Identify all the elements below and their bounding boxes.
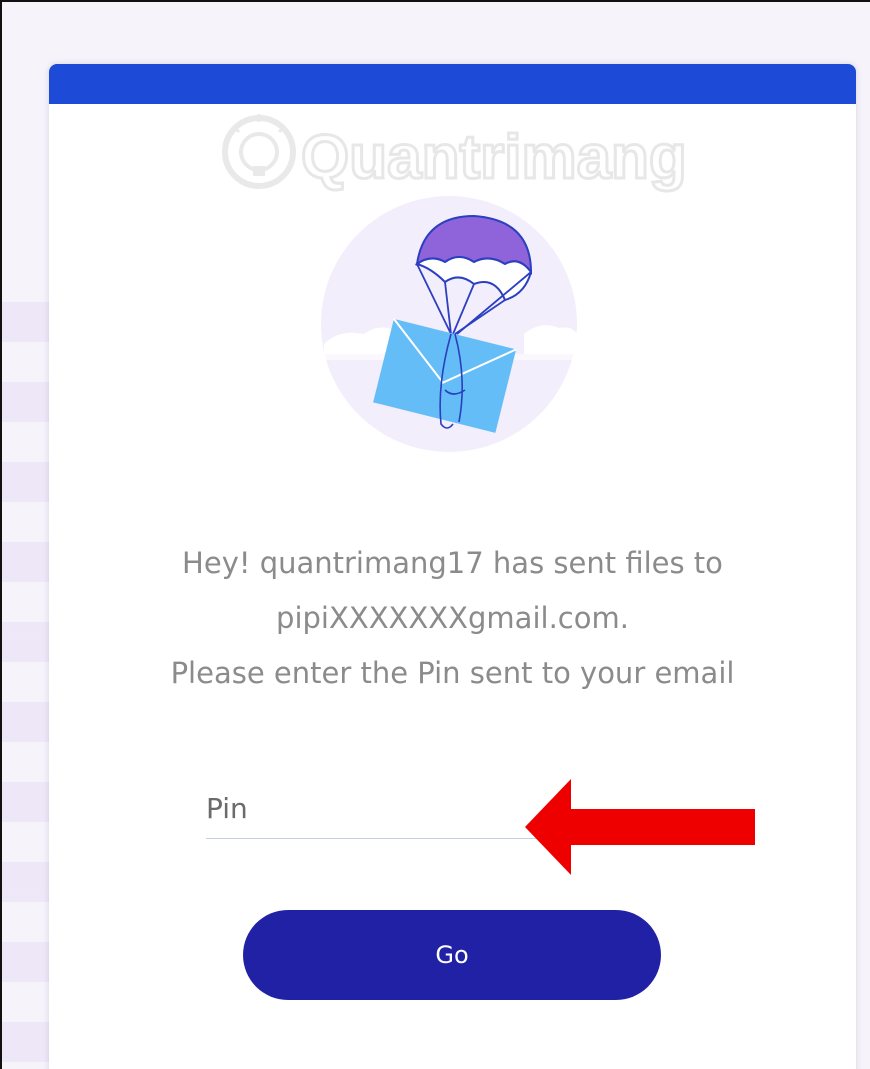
share-message: Hey! quantrimang17 has sent files to pip… [49, 536, 856, 701]
message-line-3: Please enter the Pin sent to your email [170, 656, 735, 690]
app-frame: Quantrimang Hey! quantrimang17 has sent … [0, 0, 870, 1069]
watermark-text: Quantrimang [301, 123, 687, 192]
message-line-2: pipiXXXXXXXgmail.com. [276, 601, 629, 635]
card-top-bar [49, 64, 856, 104]
message-line-1: Hey! quantrimang17 has sent files to [182, 546, 723, 580]
red-arrow-icon [525, 779, 755, 875]
parachute-envelope-icon [321, 196, 587, 452]
go-button[interactable]: Go [243, 910, 661, 1000]
pin-card: Quantrimang Hey! quantrimang17 has sent … [49, 64, 856, 1069]
